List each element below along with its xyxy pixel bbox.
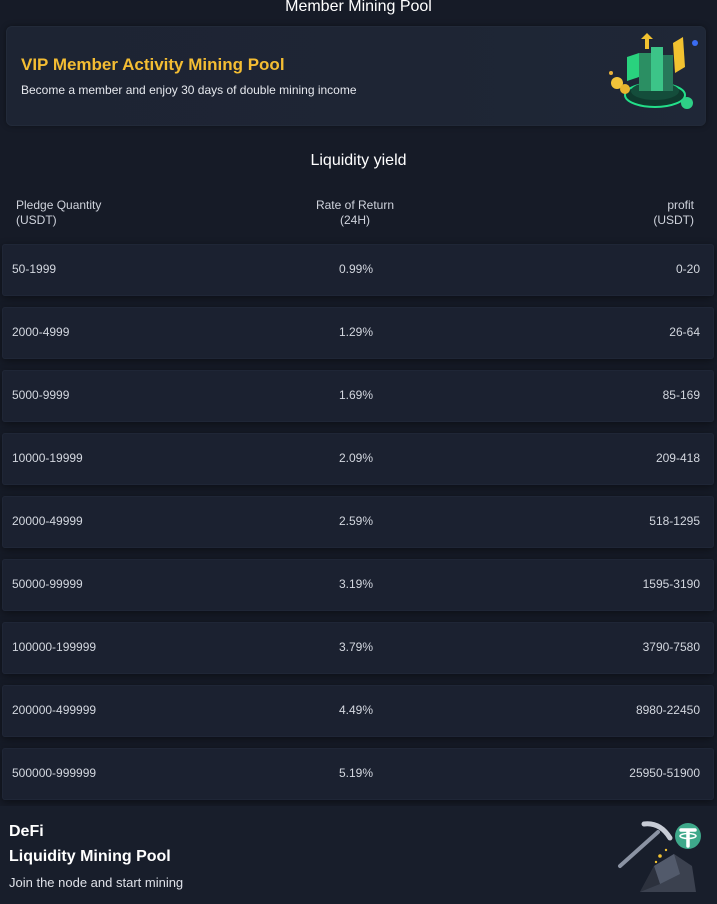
vip-mining-pool-card[interactable]: VIP Member Activity Mining Pool Become a… [6, 26, 706, 126]
defi-card-title-line2: Liquidity Mining Pool [9, 848, 171, 865]
vip-card-title: VIP Member Activity Mining Pool [21, 55, 285, 74]
mining-pickaxe-icon [618, 821, 701, 892]
vip-card-subtitle: Become a member and enjoy 30 days of dou… [21, 83, 357, 97]
rate-cell: 3.19% [338, 577, 374, 591]
defi-liquidity-mining-card[interactable]: DeFi Liquidity Mining Pool Join the node… [0, 806, 717, 904]
profit-cell: 26-64 [669, 325, 700, 339]
liquidity-yield-title: Liquidity yield [310, 152, 407, 169]
mining-rig-illustration-icon [609, 33, 698, 109]
pledge-quantity-cell: 50000-99999 [12, 577, 83, 591]
column-header-pledge-quantity: Pledge Quantity (USDT) [16, 198, 102, 227]
rate-cell: 3.79% [338, 640, 374, 654]
table-row: 500000-999999 5.19% 25950-51900 [2, 748, 714, 800]
page-title: Member Mining Pool [285, 0, 432, 15]
rate-cell: 2.09% [338, 451, 374, 465]
table-row: 20000-49999 2.59% 518-1295 [2, 496, 714, 548]
pledge-quantity-cell: 10000-19999 [12, 451, 83, 465]
pledge-quantity-cell: 20000-49999 [12, 514, 83, 528]
pledge-quantity-cell: 2000-4999 [12, 325, 70, 339]
profit-cell: 85-169 [662, 388, 700, 402]
rate-cell: 5.19% [338, 766, 374, 780]
defi-card-subtitle: Join the node and start mining [9, 875, 184, 890]
profit-cell: 3790-7580 [642, 640, 700, 654]
rate-cell: 1.29% [338, 325, 374, 339]
profit-cell: 25950-51900 [629, 766, 700, 780]
pledge-quantity-cell: 500000-999999 [12, 766, 97, 780]
profit-cell: 1595-3190 [642, 577, 700, 591]
table-row: 10000-19999 2.09% 209-418 [2, 433, 714, 485]
table-row: 50-1999 0.99% 0-20 [2, 244, 714, 296]
table-row: 2000-4999 1.29% 26-64 [2, 307, 714, 359]
rate-cell: 2.59% [338, 514, 374, 528]
table-row: 5000-9999 1.69% 85-169 [2, 370, 714, 422]
profit-cell: 8980-22450 [635, 703, 700, 717]
column-header-profit: profit (USDT) [653, 198, 694, 227]
table-row: 50000-99999 3.19% 1595-3190 [2, 559, 714, 611]
table-row: 200000-499999 4.49% 8980-22450 [2, 685, 714, 737]
pledge-quantity-cell: 100000-199999 [12, 640, 97, 654]
profit-cell: 0-20 [675, 262, 700, 276]
profit-cell: 209-418 [655, 451, 700, 465]
column-header-rate-of-return: Rate of Return (24H) [315, 198, 395, 227]
pledge-quantity-cell: 50-1999 [12, 262, 57, 276]
rate-cell: 0.99% [338, 262, 374, 276]
defi-card-title-line1: DeFi [9, 823, 44, 840]
profit-cell: 518-1295 [649, 514, 700, 528]
table-row: 100000-199999 3.79% 3790-7580 [2, 622, 714, 674]
rate-cell: 1.69% [338, 388, 374, 402]
pledge-quantity-cell: 5000-9999 [12, 388, 70, 402]
rate-cell: 4.49% [338, 703, 374, 717]
pledge-quantity-cell: 200000-499999 [12, 703, 97, 717]
